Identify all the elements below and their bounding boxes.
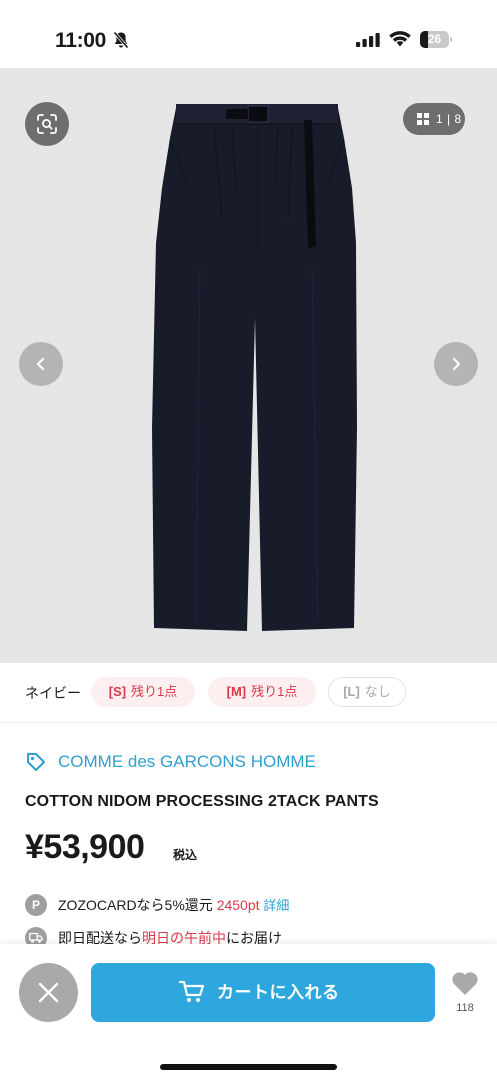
close-icon — [38, 982, 59, 1003]
battery-icon: 26 — [420, 31, 452, 48]
points-detail-link[interactable]: 詳細 — [263, 898, 289, 913]
battery-body: 26 — [420, 31, 449, 48]
tag-icon — [27, 753, 45, 771]
belt-buckle — [247, 105, 269, 123]
favorite-count: 118 — [456, 1002, 474, 1014]
next-image-button[interactable] — [434, 342, 478, 386]
home-indicator — [160, 1064, 337, 1070]
color-name: ネイビー — [25, 685, 81, 701]
favorite-button[interactable]: 118 — [447, 970, 483, 1020]
points-row: P ZOZOCARDなら5%還元 2450pt 詳細 — [25, 894, 355, 916]
zoom-search-icon — [37, 114, 57, 134]
points-text: ZOZOCARDなら5%還元 — [58, 897, 213, 913]
tax-label: 税込 — [173, 848, 198, 862]
bell-slash-icon — [113, 31, 129, 49]
image-counter: 1 | 8 — [436, 112, 462, 126]
product-image-gallery[interactable]: 1 | 8 — [0, 68, 497, 663]
cart-icon — [179, 980, 205, 1002]
stock-label: 残り1点 — [251, 684, 298, 699]
product-title: COTTON NIDOM PROCESSING 2TACK PANTS — [25, 793, 379, 810]
close-button[interactable] — [19, 963, 78, 1022]
stock-label: なし — [364, 684, 391, 699]
battery-cap — [450, 37, 452, 42]
points-value: 2450pt — [216, 897, 260, 913]
previous-image-button[interactable] — [19, 342, 63, 386]
bottom-action-bar: カートに入れる 118 — [0, 944, 497, 1080]
size-chip-l[interactable]: [L] なし — [328, 677, 406, 707]
signal-icon — [356, 33, 380, 47]
stock-label: 残り1点 — [131, 684, 178, 699]
image-counter-button[interactable]: 1 | 8 — [403, 103, 465, 135]
points-badge-icon: P — [25, 894, 47, 916]
status-time: 11:00 — [55, 29, 107, 52]
size-chip-m[interactable]: [M] 残り1点 — [208, 677, 316, 707]
wifi-icon — [389, 31, 411, 47]
chevron-right-icon — [452, 357, 461, 371]
battery-level: 26 — [427, 32, 442, 46]
size-chip-s[interactable]: [S] 残り1点 — [91, 677, 195, 707]
variant-row: ネイビー [S] 残り1点 [M] 残り1点 [L] なし — [0, 663, 497, 723]
size-label: [M] — [226, 684, 247, 699]
size-label: [L] — [343, 684, 360, 699]
status-bar: 11:00 26 — [0, 0, 497, 68]
grid-icon — [417, 113, 429, 125]
points-info: ZOZOCARDなら5%還元 2450pt 詳細 — [58, 894, 289, 917]
heart-icon — [452, 972, 478, 995]
zoom-button[interactable] — [25, 102, 69, 146]
chevron-left-icon — [36, 357, 45, 371]
brand-name: COMME des GARCONS HOMME — [58, 752, 316, 771]
product-image — [152, 104, 357, 631]
price: ¥53,900 — [25, 828, 145, 866]
cart-button-label: カートに入れる — [217, 983, 340, 1002]
size-label: [S] — [108, 684, 127, 699]
add-to-cart-button[interactable]: カートに入れる — [91, 963, 435, 1022]
